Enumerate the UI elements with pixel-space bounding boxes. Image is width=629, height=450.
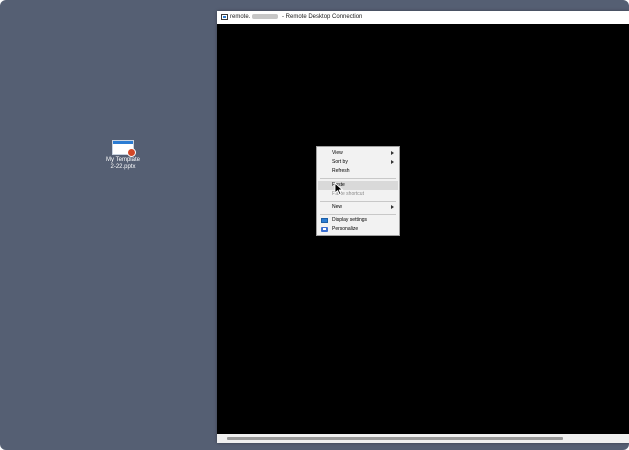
menu-item-view[interactable]: View (318, 149, 398, 158)
menu-separator (320, 214, 396, 215)
menu-item-label: View (332, 150, 343, 156)
title-prefix: remote. (230, 14, 251, 20)
display-icon (321, 218, 328, 223)
menu-item-paste[interactable]: Paste (318, 181, 398, 190)
chevron-right-icon (391, 205, 394, 209)
chevron-right-icon (391, 151, 394, 155)
redacted-hostname (252, 13, 279, 19)
scrollbar-thumb[interactable] (227, 437, 563, 440)
menu-item-new[interactable]: New (318, 203, 398, 212)
title-suffix: - Remote Desktop Connection (280, 14, 363, 20)
menu-item-label: Sort by (332, 159, 348, 165)
window-titlebar[interactable]: remote. - Remote Desktop Connection (217, 11, 629, 24)
remote-desktop-icon (221, 14, 228, 20)
menu-item-sort-by[interactable]: Sort by (318, 158, 398, 167)
context-menu: View Sort by Refresh Paste Paste shortcu… (316, 146, 400, 236)
personalize-icon (321, 227, 328, 232)
menu-item-label: New (332, 204, 343, 210)
menu-item-label: Display settings (332, 217, 368, 223)
remote-desktop-window[interactable]: remote. - Remote Desktop Connection (217, 11, 629, 443)
window-title: remote. - Remote Desktop Connection (230, 11, 362, 24)
chevron-right-icon (391, 160, 394, 164)
menu-item-display-settings[interactable]: Display settings (318, 216, 398, 225)
menu-separator (320, 178, 396, 179)
menu-item-personalize[interactable]: Personalize (318, 225, 398, 234)
powerpoint-file-icon (112, 140, 136, 157)
file-name-line2: 2-22.pptx (110, 164, 136, 170)
menu-item-label: Personalize (332, 226, 359, 232)
mouse-pointer-icon (334, 182, 344, 196)
remote-desktop-screen[interactable] (217, 24, 629, 434)
horizontal-scrollbar[interactable] (217, 434, 629, 443)
menu-item-refresh[interactable]: Refresh (318, 167, 398, 176)
menu-item-paste-shortcut: Paste shortcut (318, 190, 398, 199)
menu-item-label: Refresh (332, 168, 350, 174)
desktop-file-pptx[interactable]: My Template 2-22.pptx (100, 140, 146, 171)
menu-separator (320, 201, 396, 202)
file-name-line1: My Template (106, 157, 140, 163)
